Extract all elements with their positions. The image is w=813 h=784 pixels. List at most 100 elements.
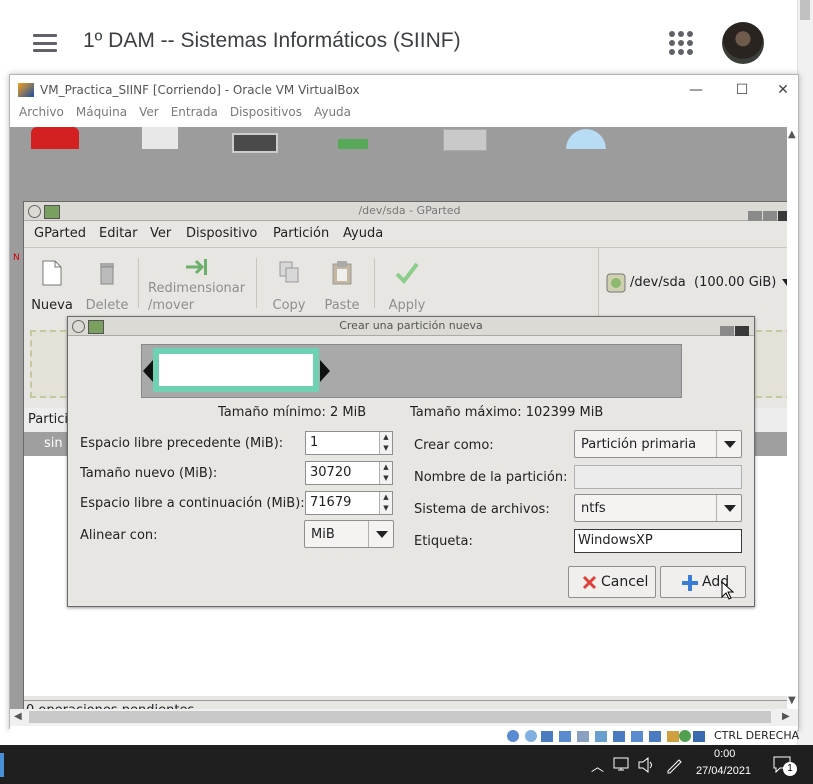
cancel-x-icon <box>582 575 597 590</box>
device-indicators[interactable] <box>505 729 705 744</box>
chevron-down-icon <box>368 521 393 547</box>
desktop-icon <box>142 127 178 149</box>
create-as-value: Partición primaria <box>581 437 697 452</box>
plus-icon <box>682 575 698 591</box>
guest-display[interactable]: N /dev/sda - GParted GParted Editar Ver … <box>10 127 787 717</box>
menu-gparted[interactable]: GParted <box>34 226 86 241</box>
maximize-icon[interactable]: ☐ <box>722 79 762 101</box>
mouse-cursor-icon <box>721 581 735 600</box>
virtualbox-title: VM_Practica_SIINF [Corriendo] - Oracle V… <box>40 83 360 97</box>
resize-icon <box>186 259 207 275</box>
new-partition-block[interactable] <box>153 348 319 392</box>
gparted-title: /dev/sda - GParted <box>358 204 461 217</box>
menu-ver[interactable]: Ver <box>139 105 159 119</box>
free-before-spinner[interactable]: 1 ▲ ▼ <box>305 431 393 455</box>
filesystem-select[interactable]: ntfs <box>574 494 742 522</box>
desktop-fragment: N <box>13 253 20 263</box>
apply-button[interactable]: Apply <box>382 248 432 318</box>
host-key-label: CTRL DERECHA <box>714 729 800 742</box>
device-size: (100.00 GiB) <box>694 275 777 290</box>
spin-buttons-icon[interactable]: ▲ ▼ <box>379 432 392 454</box>
free-before-value: 1 <box>310 435 319 450</box>
menu-maquina[interactable]: Máquina <box>76 105 127 119</box>
label-label: Etiqueta: <box>414 534 473 549</box>
taskbar: ︿ 0:00 27/04/2021 1 <box>0 745 813 784</box>
menu-editar[interactable]: Editar <box>99 226 138 241</box>
new-size-spinner[interactable]: 30720 ▲ ▼ <box>305 461 393 485</box>
right-drag-handle-icon[interactable] <box>320 360 330 382</box>
virtualbox-statusbar: CTRL DERECHA <box>9 729 800 745</box>
horizontal-scroll-thumb[interactable] <box>29 711 771 723</box>
spin-buttons-icon[interactable]: ▲ ▼ <box>379 492 392 514</box>
chevron-down-icon <box>716 431 741 457</box>
paste-icon <box>332 261 352 285</box>
toolbar-separator <box>138 258 139 308</box>
virtualbox-menubar: Archivo Máquina Ver Entrada Dispositivos Ayud… <box>10 105 798 127</box>
minimize-icon[interactable]: — <box>676 79 716 101</box>
new-size-value: 30720 <box>310 465 352 480</box>
window-buttons[interactable] <box>719 321 749 336</box>
left-drag-handle-icon[interactable] <box>143 360 153 382</box>
chevron-down-icon <box>716 495 741 521</box>
create-as-select[interactable]: Partición primaria <box>574 430 742 458</box>
column-header-partition[interactable]: Partici <box>28 412 68 427</box>
partition-name-cell: sin <box>44 436 63 451</box>
network-icon <box>613 757 629 771</box>
virtualbox-titlebar[interactable]: VM_Practica_SIINF [Corriendo] - Oracle V… <box>10 75 798 105</box>
gparted-toolbar: Nueva Delete Redimensionar /mover Copy P… <box>24 248 787 319</box>
cancel-button[interactable]: Cancel <box>568 566 656 598</box>
paste-button[interactable]: Paste <box>318 248 366 318</box>
status-indicator-icons <box>507 730 705 742</box>
resize-move-button[interactable]: Redimensionar /mover <box>142 248 252 318</box>
menu-entrada[interactable]: Entrada <box>171 105 218 119</box>
disk-icon <box>606 273 626 293</box>
device-path: /dev/sda <box>630 275 686 290</box>
guest-vertical-scrollbar[interactable]: ▲ ▼ <box>787 127 798 710</box>
page-scrollbar[interactable] <box>797 0 813 745</box>
delete-partition-button[interactable]: Delete <box>82 248 132 318</box>
align-select[interactable]: MiB <box>304 520 394 548</box>
window-buttons[interactable] <box>747 206 787 221</box>
add-button[interactable]: Add <box>660 566 746 600</box>
guest-horizontal-scrollbar[interactable]: ◀ ▶ <box>10 709 798 726</box>
partition-name-field[interactable] <box>574 465 742 489</box>
menu-archivo[interactable]: Archivo <box>19 105 64 119</box>
menu-dispositivos[interactable]: Dispositivos <box>230 105 302 119</box>
clock-time[interactable]: 0:00 <box>714 748 735 760</box>
free-after-spinner[interactable]: 71679 ▲ ▼ <box>305 491 393 515</box>
close-icon[interactable]: ✕ <box>768 79 798 101</box>
new-partition-button[interactable]: Nueva <box>28 248 76 318</box>
copy-icon <box>279 261 299 283</box>
free-after-label: Espacio libre a continuación (MiB): <box>80 496 305 511</box>
partition-size-bar[interactable] <box>141 344 682 398</box>
spin-buttons-icon[interactable]: ▲ ▼ <box>379 462 392 484</box>
volume-icon <box>638 757 652 773</box>
partition-name-label: Nombre de la partición: <box>414 470 568 485</box>
page-scrollbar-thumb[interactable] <box>800 0 810 20</box>
menu-ayuda[interactable]: Ayuda <box>343 226 383 241</box>
menu-ver[interactable]: Ver <box>150 226 171 241</box>
menu-icon[interactable] <box>33 34 57 52</box>
dialog-titlebar[interactable]: Crear una partición nueva <box>68 317 754 336</box>
device-selector[interactable]: /dev/sda (100.00 GiB) <box>598 248 787 318</box>
menu-dispositivo[interactable]: Dispositivo <box>186 226 257 241</box>
desktop-shutdown-icon <box>31 127 79 149</box>
copy-button[interactable]: Copy <box>266 248 312 318</box>
clock-date[interactable]: 27/04/2021 <box>696 765 751 777</box>
gparted-titlebar[interactable]: /dev/sda - GParted <box>24 202 787 221</box>
desktop-monitor-icon <box>232 133 278 153</box>
desktop-globe-icon <box>562 127 610 149</box>
menu-particion[interactable]: Partición <box>273 226 329 241</box>
new-document-icon <box>42 260 62 286</box>
apps-grid-icon[interactable] <box>669 31 693 55</box>
filesystem-label: Sistema de archivos: <box>414 502 550 517</box>
avatar[interactable] <box>722 22 764 64</box>
menu-ayuda[interactable]: Ayuda <box>314 105 351 119</box>
align-label: Alinear con: <box>80 528 158 543</box>
max-size-label: Tamaño máximo: 102399 MiB <box>410 405 604 420</box>
label-field[interactable]: WindowsXP <box>574 529 742 553</box>
taskbar-app-icon[interactable] <box>0 753 4 777</box>
trash-icon <box>100 263 114 285</box>
free-before-label: Espacio libre precedente (MiB): <box>80 436 284 451</box>
chevron-up-icon[interactable]: ︿ <box>591 756 604 775</box>
